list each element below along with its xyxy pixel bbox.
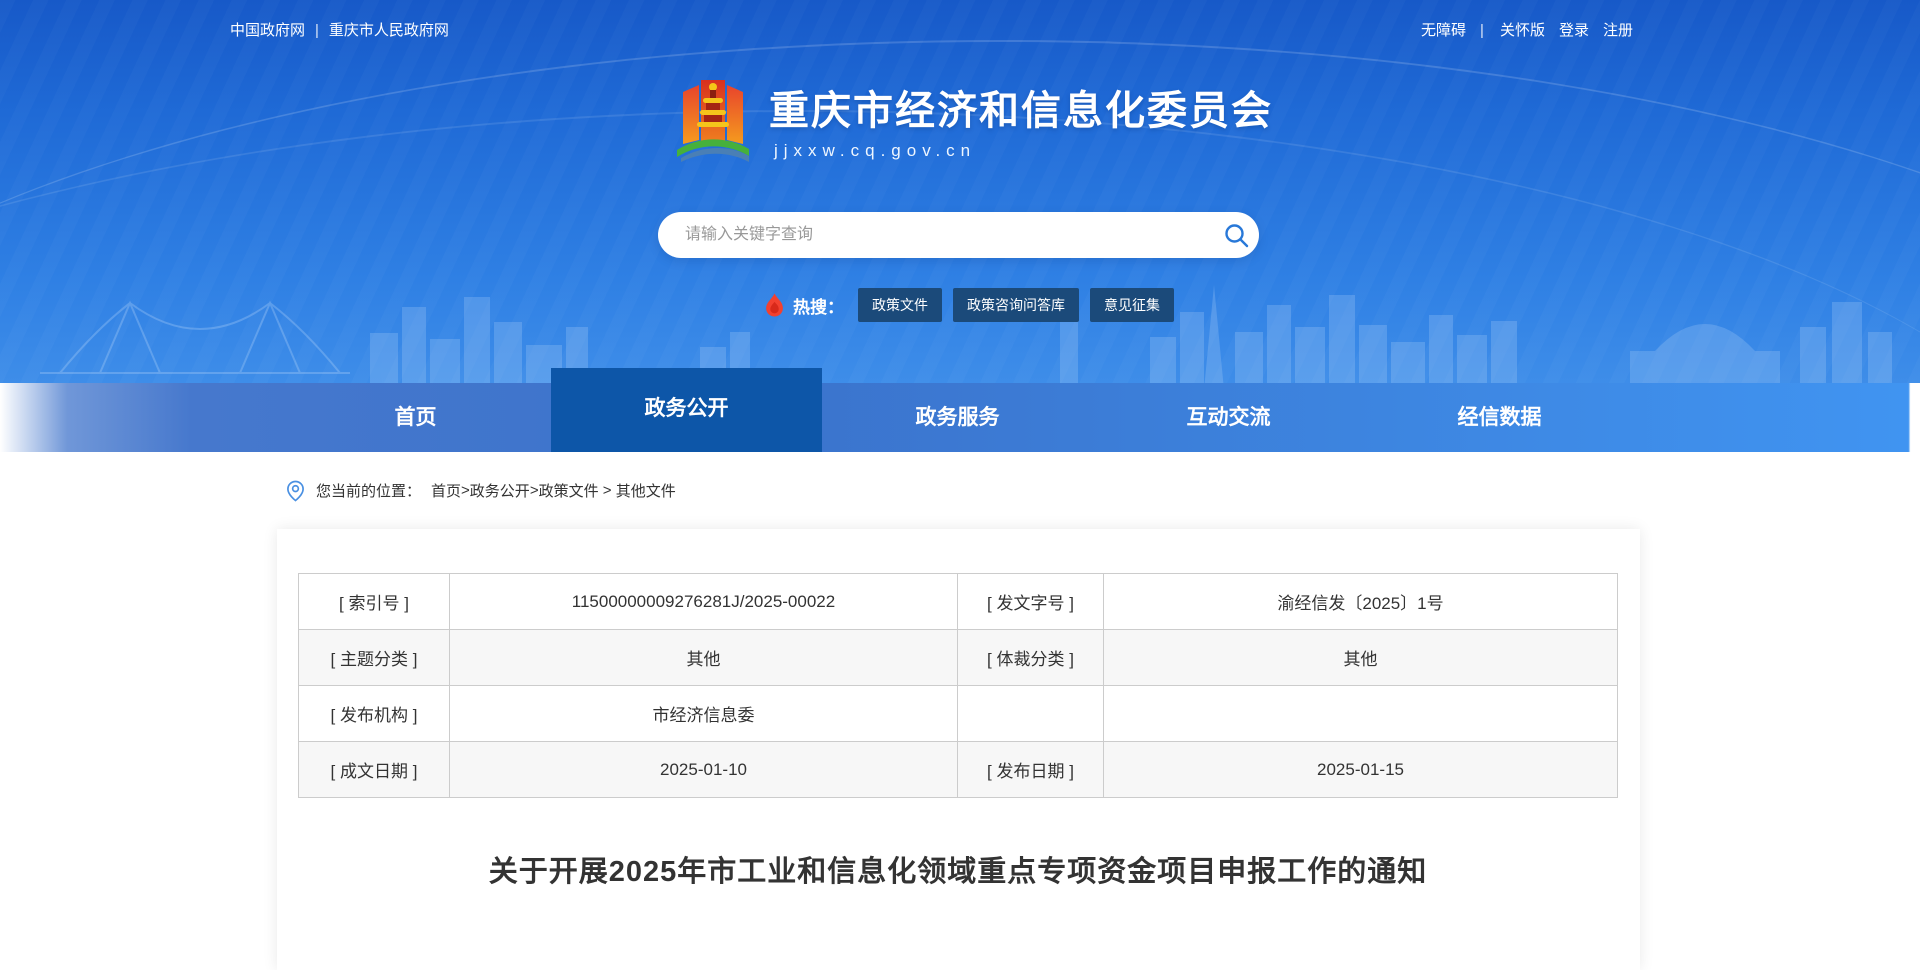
link-care-version[interactable]: 关怀版 — [1500, 22, 1545, 39]
link-accessibility[interactable]: 无障碍 — [1421, 22, 1466, 39]
meta-label-doc-no: [ 发文字号 ] — [958, 574, 1104, 630]
table-row: [ 发布机构 ] 市经济信息委 — [299, 686, 1618, 742]
article-title: 关于开展2025年市工业和信息化领域重点专项资金项目申报工作的通知 — [298, 848, 1618, 890]
main-nav: 首页 政务公开 政务服务 互动交流 经信数据 — [0, 383, 1920, 452]
hot-search-label: 热搜： — [793, 293, 844, 318]
header-hero: 中国政府网 | 重庆市人民政府网 无障碍 | 关怀版登录注册 — [0, 0, 1920, 452]
masthead: 重庆市经济和信息化委员会 jjxxw.cq.gov.cn — [677, 78, 1273, 162]
user-links: 无障碍 | 关怀版登录注册 — [1407, 19, 1633, 40]
site-logo-icon[interactable] — [677, 78, 749, 162]
login-link[interactable]: 登录 — [1559, 22, 1589, 39]
breadcrumb-other-files[interactable]: 其他文件 — [616, 480, 676, 501]
search-input[interactable] — [658, 212, 1213, 258]
breadcrumb-gov-disclosure[interactable]: 政务公开 — [470, 480, 530, 501]
register-link[interactable]: 注册 — [1603, 22, 1633, 39]
document-meta-table: [ 索引号 ] 11500000009276281J/2025-00022 [ … — [298, 573, 1618, 798]
meta-value-written-date: 2025-01-10 — [450, 742, 958, 798]
breadcrumb-policy-files[interactable]: 政策文件 — [539, 480, 599, 501]
divider: | — [315, 22, 319, 39]
meta-label-topic-class: [ 主题分类 ] — [299, 630, 450, 686]
site-identity: 重庆市经济和信息化委员会 jjxxw.cq.gov.cn — [769, 78, 1273, 162]
meta-value-empty — [1104, 686, 1618, 742]
search-bar — [658, 212, 1259, 258]
flame-icon — [764, 292, 785, 318]
meta-value-topic-class: 其他 — [450, 630, 958, 686]
meta-value-index-no: 11500000009276281J/2025-00022 — [450, 574, 958, 630]
nav-item-gov-disclosure[interactable]: 政务公开 — [551, 368, 822, 452]
site-url: jjxxw.cq.gov.cn — [769, 141, 1273, 161]
meta-label-index-no: [ 索引号 ] — [299, 574, 450, 630]
search-icon — [1223, 222, 1250, 249]
link-china-gov[interactable]: 中国政府网 — [230, 22, 305, 39]
meta-label-written-date: [ 成文日期 ] — [299, 742, 450, 798]
meta-label-genre-class: [ 体裁分类 ] — [958, 630, 1104, 686]
site-title: 重庆市经济和信息化委员会 — [769, 86, 1273, 136]
top-utility-bar: 中国政府网 | 重庆市人民政府网 无障碍 | 关怀版登录注册 — [0, 0, 1920, 52]
location-pin-icon — [286, 479, 305, 503]
meta-value-publisher: 市经济信息委 — [450, 686, 958, 742]
breadcrumb-separator: > — [530, 482, 539, 499]
link-cq-gov[interactable]: 重庆市人民政府网 — [329, 22, 449, 39]
hot-search-policy-qa[interactable]: 政策咨询问答库 — [953, 288, 1079, 322]
table-row: [ 索引号 ] 11500000009276281J/2025-00022 [ … — [299, 574, 1618, 630]
nav-item-gov-services[interactable]: 政务服务 — [822, 383, 1093, 452]
divider: | — [1480, 22, 1484, 39]
breadcrumb: 您当前的位置： 首页 > 政务公开 > 政策文件 > 其他文件 — [0, 452, 1920, 529]
breadcrumb-separator: > — [461, 482, 470, 499]
meta-label-empty — [958, 686, 1104, 742]
nav-item-home[interactable]: 首页 — [280, 383, 551, 452]
search-button[interactable] — [1213, 212, 1259, 258]
nav-item-data[interactable]: 经信数据 — [1364, 383, 1635, 452]
meta-label-publisher: [ 发布机构 ] — [299, 686, 450, 742]
meta-value-doc-no: 渝经信发〔2025〕1号 — [1104, 574, 1618, 630]
breadcrumb-prefix: 您当前的位置： — [316, 480, 421, 501]
meta-value-genre-class: 其他 — [1104, 630, 1618, 686]
hot-search-opinion[interactable]: 意见征集 — [1090, 288, 1174, 322]
nav-item-interaction[interactable]: 互动交流 — [1093, 383, 1364, 452]
gov-links: 中国政府网 | 重庆市人民政府网 — [230, 19, 449, 40]
hot-search-row: 热搜： 政策文件 政策咨询问答库 意见征集 — [764, 288, 1185, 322]
hot-search-policy-files[interactable]: 政策文件 — [858, 288, 942, 322]
table-row: [ 成文日期 ] 2025-01-10 [ 发布日期 ] 2025-01-15 — [299, 742, 1618, 798]
content-card: [ 索引号 ] 11500000009276281J/2025-00022 [ … — [277, 529, 1640, 970]
nav-items: 首页 政务公开 政务服务 互动交流 经信数据 — [280, 383, 1635, 452]
table-row: [ 主题分类 ] 其他 [ 体裁分类 ] 其他 — [299, 630, 1618, 686]
breadcrumb-separator: > — [599, 482, 616, 499]
meta-label-publish-date: [ 发布日期 ] — [958, 742, 1104, 798]
meta-value-publish-date: 2025-01-15 — [1104, 742, 1618, 798]
breadcrumb-home[interactable]: 首页 — [431, 480, 461, 501]
